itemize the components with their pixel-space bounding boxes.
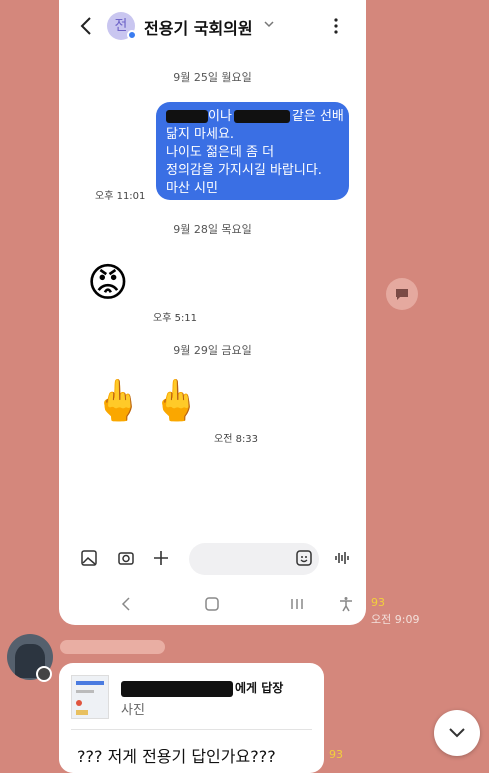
scroll-down-button[interactable]	[434, 710, 480, 756]
redaction-mark	[233, 110, 290, 123]
message-line-3: 나이도 젊은데 좀 더	[166, 145, 275, 160]
avatar-badge	[127, 30, 137, 40]
chevron-down-icon	[449, 728, 465, 738]
reply-message-card[interactable]: 에게 답장 사진 ??? 저게 전용기 답인가요???	[59, 663, 324, 773]
middle-finger-emoji[interactable]: 🖕	[93, 381, 143, 421]
reply-photo-thumbnail[interactable]	[71, 675, 109, 719]
date-separator: 9월 29일 금요일	[173, 344, 252, 357]
date-separator: 9월 28일 목요일	[173, 223, 252, 236]
message-input-bar	[59, 540, 366, 580]
middle-finger-emoji[interactable]: 🖕	[151, 381, 201, 421]
system-nav-bar	[59, 590, 366, 620]
accessibility-icon[interactable]	[338, 596, 354, 612]
chat-bubble-button[interactable]	[386, 278, 418, 310]
camera-icon[interactable]	[117, 549, 135, 567]
avatar-badge	[36, 666, 52, 682]
plus-icon[interactable]	[152, 549, 170, 567]
nav-recents-icon[interactable]	[289, 596, 305, 612]
nav-back-icon[interactable]	[119, 596, 135, 612]
chevron-down-icon[interactable]	[263, 18, 275, 30]
thumbnail-dot	[76, 700, 82, 706]
message-text: 같은 선배	[291, 109, 344, 124]
divider	[71, 729, 312, 730]
message-time: 오후 5:11	[153, 313, 198, 324]
message-line-2: 닮지 마세요.	[166, 127, 235, 142]
more-options-icon[interactable]	[329, 16, 343, 36]
voice-icon[interactable]	[333, 549, 351, 567]
message-text: 이나	[208, 109, 232, 124]
unread-count: 93	[329, 748, 343, 761]
thumbnail-emoji	[76, 710, 88, 715]
message-time: 오전 9:09	[371, 613, 420, 626]
message-time: 오후 11:01	[95, 191, 146, 202]
unread-count: 93	[371, 596, 385, 609]
contact-name[interactable]: 전용기 국회의원	[144, 15, 253, 39]
nav-home-icon[interactable]	[204, 596, 220, 612]
angry-face-emoji[interactable]: 😡	[87, 263, 129, 303]
message-time: 오전 8:33	[214, 434, 259, 445]
chat-header: 전 전용기 국회의원	[59, 0, 366, 54]
chat-bubble-icon	[396, 289, 408, 300]
back-arrow-icon[interactable]	[77, 14, 97, 38]
reply-to-label: 에게 답장	[121, 679, 283, 697]
message-line-5: 마산 시민	[166, 181, 218, 196]
thumbnail-bar	[76, 681, 104, 685]
message-line-1: 이나 같은 선배	[166, 108, 344, 126]
date-separator: 9월 25일 월요일	[173, 71, 252, 84]
message-line-4: 정의감을 가지시길 바랍니다.	[166, 163, 322, 178]
reply-message-text: ??? 저게 전용기 답인가요???	[77, 747, 276, 766]
screenshot-phone: 전 전용기 국회의원 9월 25일 월요일 이나 같은 선배 닮지 마세요. 나이…	[59, 0, 366, 625]
reply-to-text: 에게 답장	[235, 681, 284, 695]
outgoing-message[interactable]: 이나 같은 선배 닮지 마세요. 나이도 젊은데 좀 더 정의감을 가지시길 바랍…	[156, 102, 349, 200]
sticker-icon[interactable]	[295, 549, 313, 567]
gallery-icon[interactable]	[80, 549, 98, 567]
sender-name-blurred	[60, 640, 165, 654]
reply-subtitle: 사진	[121, 703, 145, 718]
redaction-mark	[166, 110, 208, 123]
redaction-mark	[121, 680, 233, 697]
thumbnail-line	[76, 690, 94, 693]
